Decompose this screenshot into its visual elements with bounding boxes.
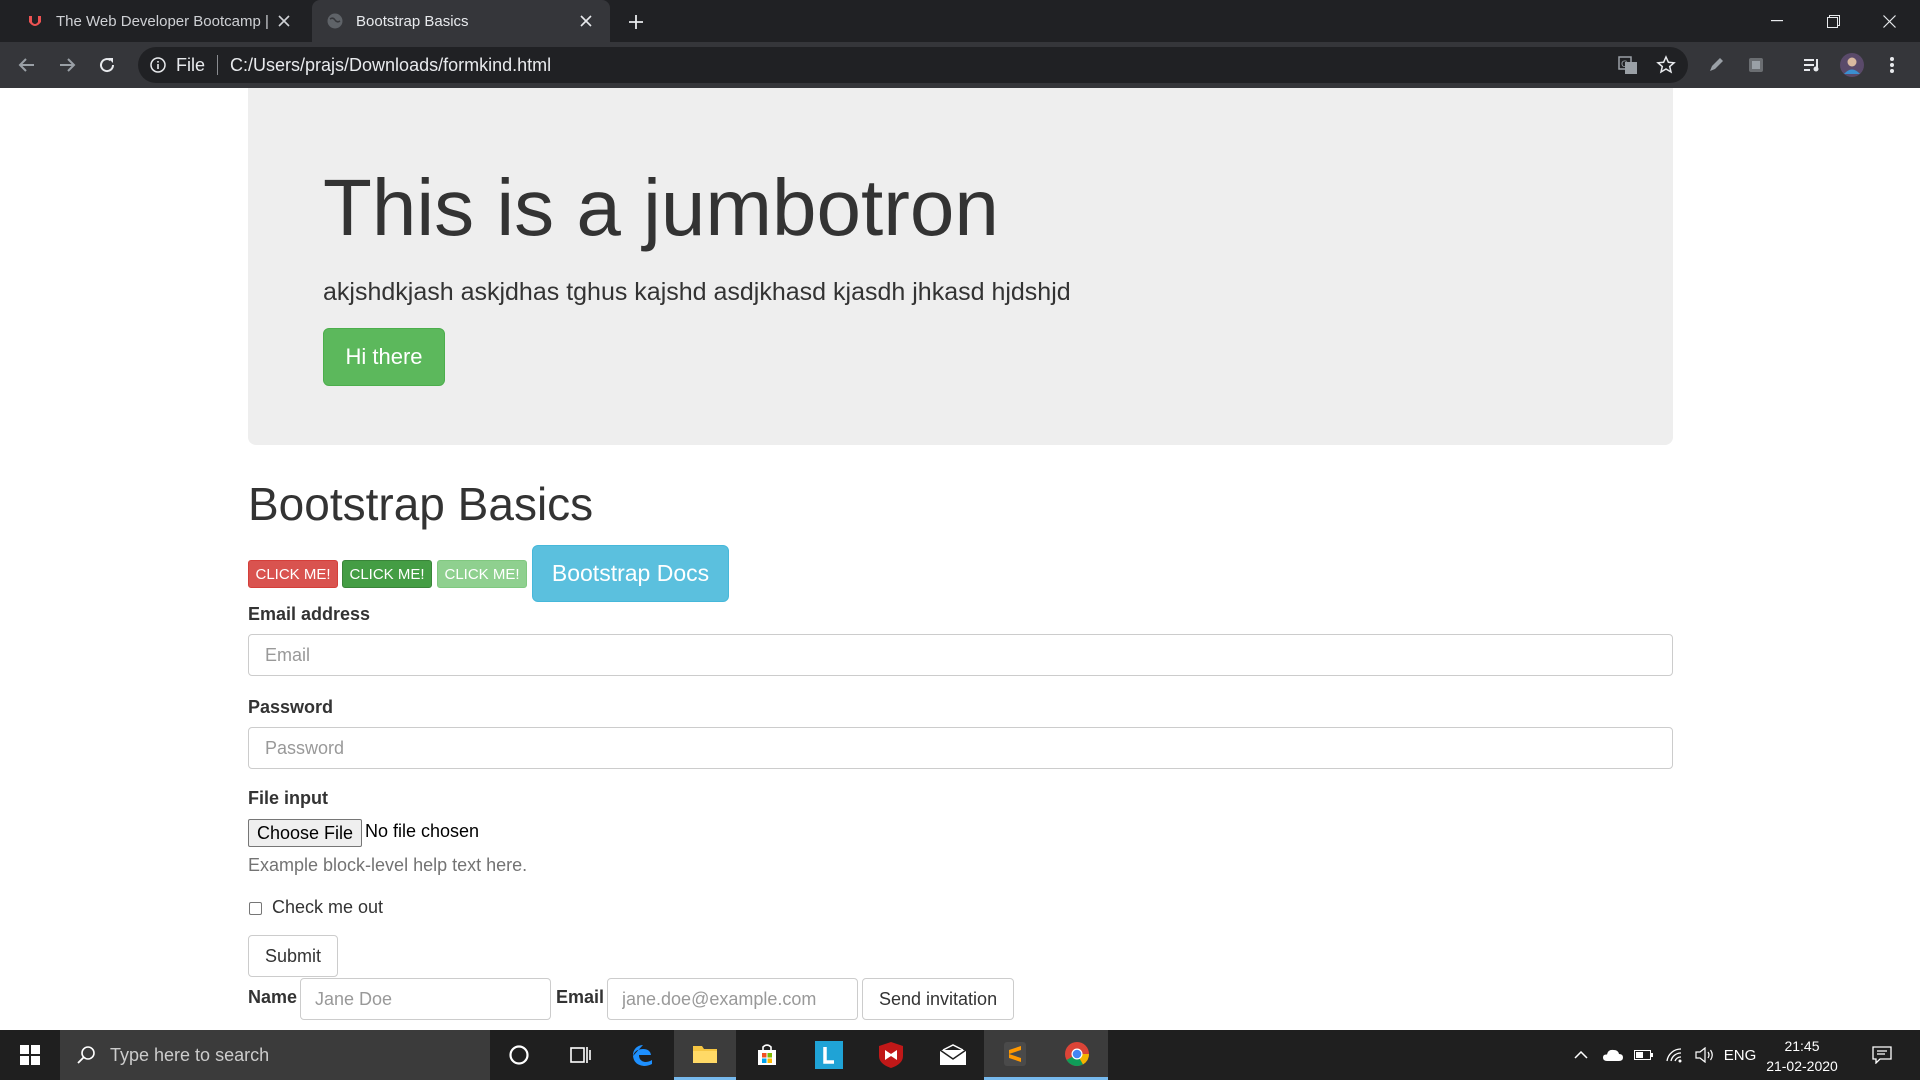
jumbotron: This is a jumbotron akjshdkjash askjdhas…	[248, 88, 1673, 445]
address-scheme-label: File	[176, 54, 206, 75]
profile-avatar[interactable]	[1838, 51, 1866, 79]
check-me-out-checkbox[interactable]	[249, 902, 262, 915]
task-view-icon[interactable]	[550, 1030, 612, 1080]
help-text: Example block-level help text here.	[248, 855, 528, 875]
reload-button[interactable]	[92, 50, 122, 80]
submit-button[interactable]: Submit	[248, 935, 339, 977]
mail-icon[interactable]	[922, 1030, 984, 1080]
globe-icon	[326, 12, 344, 30]
close-tab-icon[interactable]	[574, 9, 598, 33]
svg-text:G: G	[1621, 60, 1628, 70]
email-label: Email address	[248, 604, 371, 624]
battery-icon[interactable]	[1630, 1030, 1658, 1080]
menu-kebab-icon[interactable]	[1878, 51, 1906, 79]
mcafee-icon[interactable]	[860, 1030, 922, 1080]
onedrive-icon[interactable]	[1598, 1030, 1628, 1080]
search-icon	[76, 1045, 96, 1065]
start-button[interactable]	[0, 1030, 60, 1080]
clock[interactable]: 21:45 21-02-2020	[1762, 1036, 1842, 1076]
close-window-button[interactable]	[1862, 0, 1916, 42]
forward-button[interactable]	[52, 50, 82, 80]
email-field[interactable]	[248, 634, 1673, 676]
file-input-label: File input	[248, 788, 328, 808]
click-me-danger-button[interactable]: CLICK ME!	[248, 560, 338, 588]
edge-icon[interactable]	[612, 1030, 674, 1080]
taskbar: Type here to search ENG 21:45 21-02-2020	[0, 1030, 1920, 1080]
restore-button[interactable]	[1806, 0, 1860, 42]
windows-icon	[20, 1045, 40, 1065]
sublime-text-icon[interactable]	[984, 1030, 1046, 1080]
taskbar-search[interactable]: Type here to search	[60, 1030, 490, 1080]
send-invitation-button[interactable]: Send invitation	[862, 978, 1015, 1020]
chrome-icon[interactable]	[1046, 1030, 1108, 1080]
media-queue-icon[interactable]	[1798, 51, 1826, 79]
clock-date: 21-02-2020	[1766, 1058, 1838, 1074]
inline-email-label: Email	[556, 987, 605, 1007]
search-placeholder: Type here to search	[110, 1044, 270, 1065]
info-icon[interactable]	[150, 57, 166, 73]
l-app-icon[interactable]	[798, 1030, 860, 1080]
bookmark-star-icon[interactable]	[1656, 55, 1676, 75]
bootstrap-docs-button[interactable]: Bootstrap Docs	[532, 545, 729, 602]
click-me-disabled-button: CLICK ME!	[437, 560, 527, 588]
name-label: Name	[248, 987, 298, 1007]
address-url[interactable]: C:/Users/prajs/Downloads/formkind.html	[230, 55, 551, 76]
name-field[interactable]	[300, 978, 551, 1020]
choose-file-button[interactable]: Choose File	[248, 819, 363, 847]
volume-icon[interactable]	[1690, 1030, 1720, 1080]
jumbotron-title: This is a jumbotron	[323, 163, 999, 252]
cortana-icon[interactable]	[488, 1030, 550, 1080]
password-label: Password	[248, 697, 334, 717]
tab-title: The Web Developer Bootcamp | U	[56, 12, 272, 30]
jumbotron-text: akjshdkjash askjdhas tghus kajshd asdjkh…	[323, 278, 1071, 306]
minimize-button[interactable]	[1750, 0, 1804, 42]
pen-extension-icon[interactable]	[1702, 51, 1730, 79]
chevron-up-icon[interactable]	[1568, 1030, 1594, 1080]
store-icon[interactable]	[736, 1030, 798, 1080]
tab-udemy[interactable]: The Web Developer Bootcamp | U	[12, 0, 308, 42]
close-tab-icon[interactable]	[272, 9, 296, 33]
udemy-icon	[26, 12, 44, 30]
hi-there-button[interactable]: Hi there	[323, 328, 445, 386]
extension-icon[interactable]	[1742, 51, 1770, 79]
tab-bootstrap-basics[interactable]: Bootstrap Basics	[312, 0, 610, 42]
address-separator	[217, 55, 219, 75]
checkbox-label[interactable]: Check me out	[272, 897, 383, 918]
address-bar[interactable]: File C:/Users/prajs/Downloads/formkind.h…	[138, 47, 1688, 83]
page-viewport: This is a jumbotron akjshdkjash askjdhas…	[0, 88, 1920, 1030]
new-tab-button[interactable]	[622, 8, 650, 36]
language-indicator[interactable]: ENG	[1720, 1030, 1760, 1080]
wifi-icon[interactable]	[1660, 1030, 1690, 1080]
notifications-icon[interactable]	[1862, 1030, 1902, 1080]
inline-email-field[interactable]	[607, 978, 858, 1020]
file-explorer-icon[interactable]	[674, 1030, 736, 1080]
file-status: No file chosen	[365, 821, 480, 841]
tab-title: Bootstrap Basics	[356, 12, 469, 30]
browser-titlebar: The Web Developer Bootcamp | U Bootstrap…	[0, 0, 1920, 42]
translate-icon[interactable]: G	[1618, 55, 1638, 75]
page-title: Bootstrap Basics	[248, 478, 594, 530]
click-me-success-button[interactable]: CLICK ME!	[342, 560, 432, 588]
browser-toolbar: File C:/Users/prajs/Downloads/formkind.h…	[0, 42, 1920, 88]
clock-time: 21:45	[1784, 1038, 1820, 1054]
password-field[interactable]	[248, 727, 1673, 769]
back-button[interactable]	[12, 50, 42, 80]
